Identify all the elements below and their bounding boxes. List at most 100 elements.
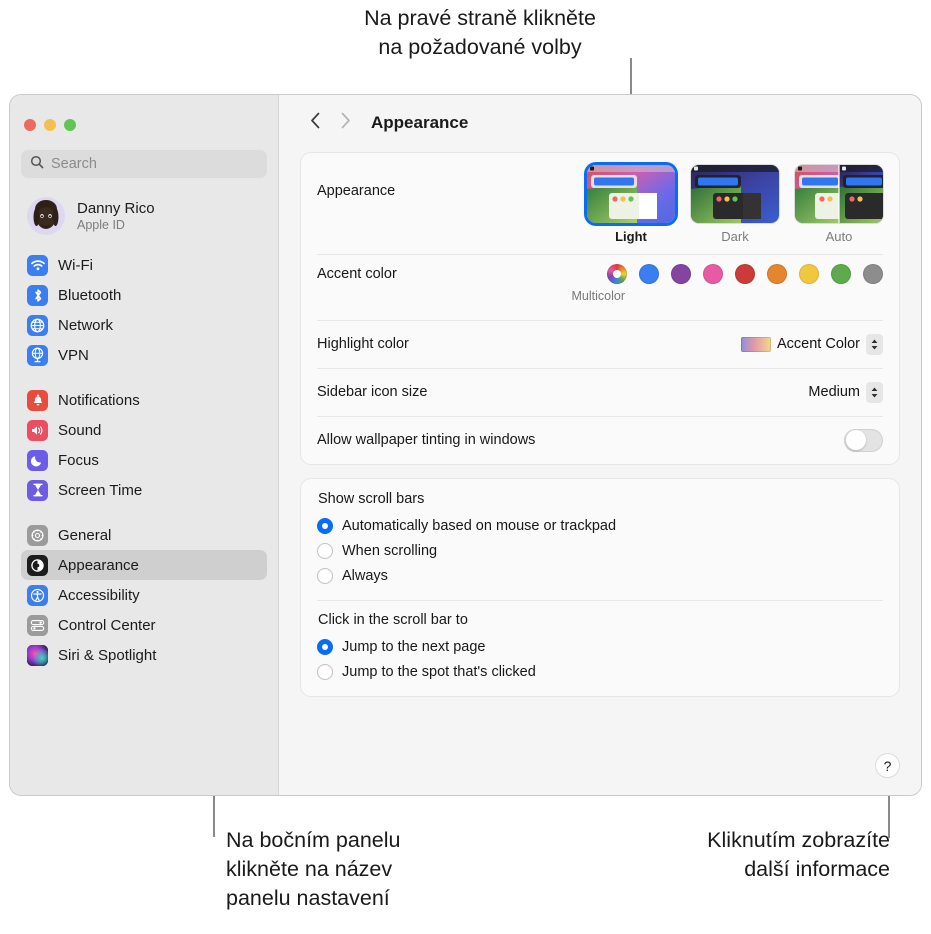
sidebar-group-network: Wi-Fi Bluetooth Network VPN [10, 250, 278, 370]
sidebar-item-screen-time[interactable]: Screen Time [21, 475, 267, 505]
accent-swatch-red[interactable] [735, 264, 755, 284]
radio-label: Jump to the next page [342, 638, 486, 655]
accent-swatch-yellow[interactable] [799, 264, 819, 284]
callout-left-text: Na bočním panelu klikněte na název panel… [226, 828, 401, 910]
accent-color-label: Accent color [317, 266, 397, 282]
account-row[interactable]: Danny Rico Apple ID [21, 192, 267, 240]
zoom-button[interactable] [64, 119, 76, 131]
sidebar-group-system: Notifications Sound Focus Screen Time [10, 385, 278, 505]
sidebar-item-vpn[interactable]: VPN [21, 340, 267, 370]
content-pane: Appearance Appearance Light Dark Auto Ac… [279, 95, 921, 795]
chevron-left-icon [310, 112, 321, 134]
sidebar: Danny Rico Apple ID Wi-Fi [10, 95, 279, 795]
highlight-color-value: Accent Color [776, 336, 860, 352]
sidebar-item-general[interactable]: General [21, 520, 267, 550]
appearance-options: Light Dark Auto [587, 165, 883, 244]
radio-button[interactable] [317, 663, 333, 680]
radio-label: Always [342, 567, 388, 584]
sidebar-item-sound[interactable]: Sound [21, 415, 267, 445]
back-button[interactable] [301, 109, 329, 137]
sidebar-item-wifi[interactable]: Wi-Fi [21, 250, 267, 280]
radio-jump-next-page[interactable]: Jump to the next page [317, 634, 883, 659]
accent-color-swatches [607, 264, 883, 284]
appearance-option-light[interactable]: Light [587, 165, 675, 244]
screenshot-canvas: Na pravé straně klikněte na požadované v… [0, 0, 931, 934]
sidebar-item-label: Sound [58, 421, 102, 439]
search-icon [30, 155, 44, 174]
show-scroll-bars-section: Show scroll bars Automatically based on … [301, 479, 899, 600]
appearance-card: Appearance Light Dark Auto Accent color … [301, 153, 899, 464]
siri-icon [27, 644, 48, 666]
wallpaper-tinting-toggle[interactable] [844, 428, 883, 452]
accent-swatch-multicolor[interactable] [607, 264, 627, 284]
accent-swatch-blue[interactable] [639, 264, 659, 284]
radio-button[interactable] [317, 517, 333, 534]
radio-button[interactable] [317, 542, 333, 559]
sidebar-item-label: Bluetooth [58, 286, 122, 304]
radio-jump-to-spot[interactable]: Jump to the spot that's clicked [317, 659, 883, 684]
help-button[interactable]: ? [876, 754, 899, 777]
window-traffic-lights [10, 95, 278, 131]
sidebar-item-focus[interactable]: Focus [21, 445, 267, 475]
vpn-icon [27, 344, 48, 366]
appearance-label: Appearance [317, 183, 396, 199]
radio-label: Automatically based on mouse or trackpad [342, 517, 617, 534]
toolbar: Appearance [279, 95, 921, 151]
minimize-button[interactable] [44, 119, 56, 131]
sidebar-item-network[interactable]: Network [21, 310, 267, 340]
accent-swatch-orange[interactable] [767, 264, 787, 284]
radio-show-scrollbars-auto[interactable]: Automatically based on mouse or trackpad [317, 513, 883, 538]
sidebar-item-label: Appearance [58, 556, 139, 574]
accent-swatch-green[interactable] [831, 264, 851, 284]
sidebar-group-preferences: General Appearance Accessibility Control… [10, 520, 278, 670]
accent-swatch-pink[interactable] [703, 264, 723, 284]
search-field[interactable] [21, 150, 267, 178]
radio-button[interactable] [317, 638, 333, 655]
avatar [27, 197, 65, 235]
sidebar-item-label: Control Center [58, 616, 156, 634]
sidebar-item-appearance[interactable]: Appearance [21, 550, 267, 580]
system-settings-window: Danny Rico Apple ID Wi-Fi [10, 95, 921, 795]
callout-top-text: Na pravé straně klikněte na požadované v… [364, 6, 596, 59]
toggle-knob [845, 430, 866, 450]
account-subtitle: Apple ID [77, 217, 125, 232]
sidebar-item-control-center[interactable]: Control Center [21, 610, 267, 640]
search-input[interactable] [51, 156, 258, 172]
appearance-option-dark[interactable]: Dark [691, 165, 779, 244]
accent-swatch-purple[interactable] [671, 264, 691, 284]
scroll-bars-card: Show scroll bars Automatically based on … [301, 479, 899, 696]
radio-show-scrollbars-always[interactable]: Always [317, 563, 883, 588]
bluetooth-icon [27, 284, 48, 306]
moon-icon [27, 449, 48, 471]
sidebar-item-accessibility[interactable]: Accessibility [21, 580, 267, 610]
radio-button[interactable] [317, 567, 333, 584]
radio-label: Jump to the spot that's clicked [342, 663, 536, 680]
click-scroll-bar-section: Click in the scroll bar to Jump to the n… [301, 600, 899, 696]
sidebar-item-label: General [58, 526, 112, 544]
appearance-row: Appearance Light Dark Auto [301, 153, 899, 254]
radio-show-scrollbars-when-scrolling[interactable]: When scrolling [317, 538, 883, 563]
sidebar-item-label: Accessibility [58, 586, 140, 604]
chevron-updown-icon [866, 381, 883, 403]
accent-swatch-graphite[interactable] [863, 264, 883, 284]
sidebar-item-notifications[interactable]: Notifications [21, 385, 267, 415]
page-title: Appearance [371, 113, 469, 132]
sidebar-icon-size-row: Sidebar icon size Medium [301, 368, 899, 416]
sidebar-icon-size-popup[interactable]: Medium [808, 381, 883, 403]
appearance-option-auto[interactable]: Auto [795, 165, 883, 244]
sidebar-item-bluetooth[interactable]: Bluetooth [21, 280, 267, 310]
highlight-color-popup[interactable]: Accent Color [740, 333, 883, 355]
forward-button[interactable] [331, 109, 359, 137]
auto-theme-preview [795, 165, 883, 223]
sidebar-item-label: Network [58, 316, 114, 334]
close-button[interactable] [24, 119, 36, 131]
appearance-option-caption: Dark [721, 229, 749, 244]
sidebar-item-siri-spotlight[interactable]: Siri & Spotlight [21, 640, 267, 670]
accessibility-icon [27, 584, 48, 606]
callout-right-text: Kliknutím zobrazíte další informace [707, 828, 890, 881]
light-theme-preview [587, 165, 675, 223]
account-name: Danny Rico [77, 199, 155, 217]
sidebar-icon-size-value: Medium [808, 384, 860, 400]
bell-icon [27, 389, 48, 411]
click-scroll-bar-title: Click in the scroll bar to [318, 612, 468, 628]
